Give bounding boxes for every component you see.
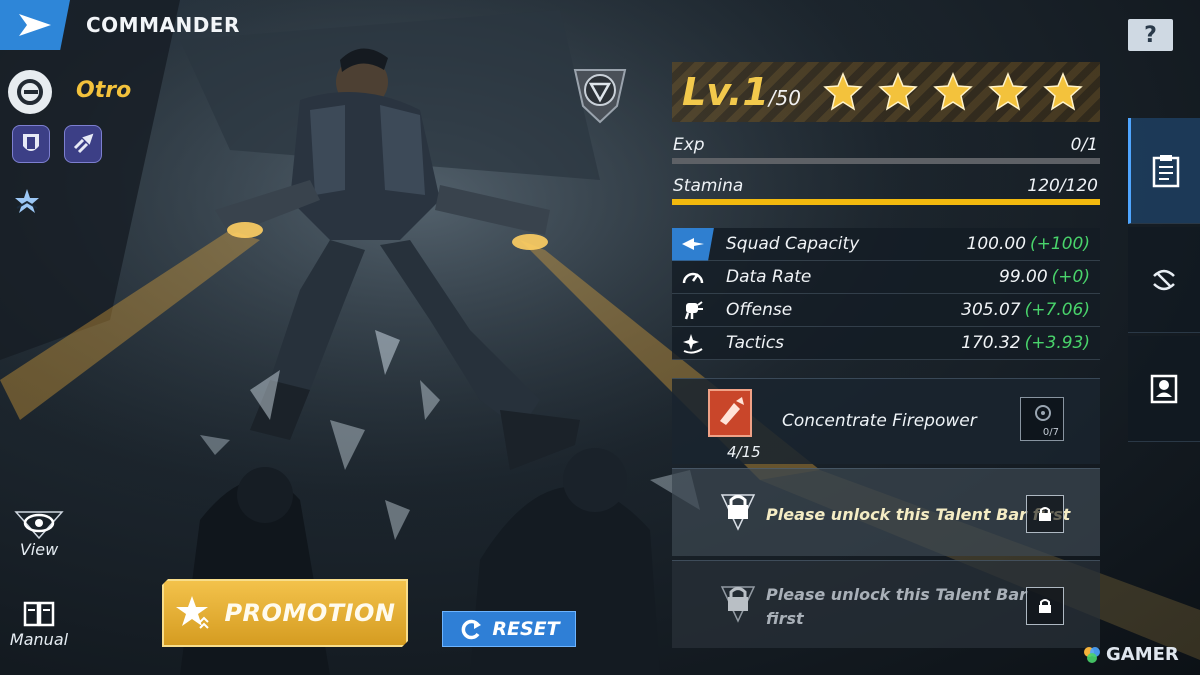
stat-label: Data Rate [726, 267, 812, 287]
level-max: /50 [768, 86, 801, 110]
promotion-star-icon [174, 594, 214, 632]
jet-icon [672, 227, 714, 261]
padlock-icon [716, 489, 760, 533]
talent-count: 4/15 [727, 443, 761, 461]
stat-value: 100.00 [966, 234, 1027, 254]
exp-label: Exp [673, 135, 705, 155]
small-lock-icon[interactable] [1026, 587, 1064, 625]
profile-card-icon [1150, 374, 1178, 403]
stat-bonus: (+3.93) [1024, 333, 1090, 353]
promotion-button[interactable]: PROMOTION [162, 579, 408, 647]
exp-bar [672, 158, 1100, 164]
back-button[interactable] [0, 0, 70, 50]
stat-row-tactics: Tactics 170.32 (+3.93) [672, 327, 1100, 360]
talent-slot-count: 0/7 [1042, 427, 1059, 438]
talent-slot-active[interactable]: 4/15 Concentrate Firepower 0/7 [672, 378, 1100, 464]
watermark: GAMER [1082, 644, 1179, 665]
stat-row-offense: Offense 305.07 (+7.06) [672, 294, 1100, 327]
stat-row-squad-capacity: Squad Capacity 100.00 (+100) [672, 227, 1100, 261]
promotion-label: PROMOTION [224, 599, 396, 627]
stat-row-data-rate: Data Rate 99.00 (+0) [672, 261, 1100, 294]
manual-button[interactable]: Manual [9, 600, 69, 649]
watermark-text: GAMER [1106, 644, 1179, 665]
book-icon [23, 601, 55, 627]
stamina-bar-fill [672, 199, 1100, 205]
reset-button[interactable]: RESET [442, 611, 576, 647]
talent-slot-locked-2[interactable]: Please unlock this Talent Bar first [672, 560, 1100, 648]
clipboard-icon [1152, 154, 1179, 187]
stat-bonus: (+7.06) [1024, 300, 1090, 320]
talent-slot-badge[interactable]: 0/7 [1020, 397, 1064, 441]
stat-label: Tactics [726, 333, 784, 353]
class-shield-icon[interactable] [12, 125, 50, 163]
rank-star-icon[interactable] [12, 186, 42, 216]
exp-value: 0/1 [1070, 135, 1098, 155]
stat-bonus: (+100) [1030, 234, 1090, 254]
faction-emblem-icon [8, 70, 52, 114]
star-icon [822, 71, 864, 113]
reset-label: RESET [492, 618, 560, 640]
commander-name: Otro [76, 78, 132, 103]
fist-icon [672, 294, 714, 327]
star-icon [877, 71, 919, 113]
stat-label: Squad Capacity [726, 234, 860, 254]
level-display: Lv.1/50 [682, 70, 801, 120]
view-button[interactable]: View [9, 508, 69, 559]
stat-label: Offense [726, 300, 793, 320]
talent-name: Concentrate Firepower [782, 411, 977, 431]
gauge-icon [672, 261, 714, 294]
rank-emblem-icon [573, 69, 627, 124]
help-label: ? [1144, 22, 1157, 48]
stat-value: 170.32 [961, 333, 1021, 353]
locked-talent-text: Please unlock this Talent Bar first [766, 505, 1071, 524]
back-arrow-icon [19, 14, 51, 36]
tab-info[interactable] [1128, 118, 1200, 224]
locked-talent-text-line1: Please unlock this Talent Bar [766, 585, 1028, 604]
help-button[interactable]: ? [1128, 19, 1173, 51]
swap-cycle-icon [1153, 269, 1175, 290]
concentrate-firepower-icon[interactable] [708, 389, 752, 437]
page-title: COMMANDER [86, 13, 240, 37]
tab-profile[interactable] [1128, 336, 1200, 442]
reset-icon [462, 619, 482, 640]
stat-bonus: (+0) [1051, 267, 1090, 287]
stamina-bar [672, 199, 1100, 205]
star-icon [987, 71, 1029, 113]
side-tabs [1128, 118, 1200, 448]
skill-arrows-icon[interactable] [64, 125, 102, 163]
stamina-label: Stamina [673, 176, 744, 196]
talent-slot-locked-1[interactable]: Please unlock this Talent Bar first [672, 468, 1100, 556]
sparkle-icon [672, 327, 714, 360]
padlock-icon [716, 581, 760, 625]
manual-label: Manual [9, 630, 69, 649]
stat-value: 99.00 [999, 267, 1048, 287]
stats-table: Squad Capacity 100.00 (+100) Data Rate 9… [672, 227, 1100, 360]
locked-talent-text-line2: first [766, 609, 804, 628]
small-lock-icon[interactable] [1026, 495, 1064, 533]
star-icon [932, 71, 974, 113]
level-current: Lv.1 [682, 70, 769, 114]
view-label: View [19, 540, 59, 559]
target-icon [1035, 405, 1051, 421]
stat-value: 305.07 [961, 300, 1021, 320]
tab-skills[interactable] [1128, 227, 1200, 333]
page-header: COMMANDER [0, 0, 290, 50]
eye-icon [14, 511, 64, 540]
star-icon [1042, 71, 1084, 113]
stamina-value: 120/120 [1027, 176, 1098, 196]
gamer-logo-icon [1084, 646, 1100, 663]
